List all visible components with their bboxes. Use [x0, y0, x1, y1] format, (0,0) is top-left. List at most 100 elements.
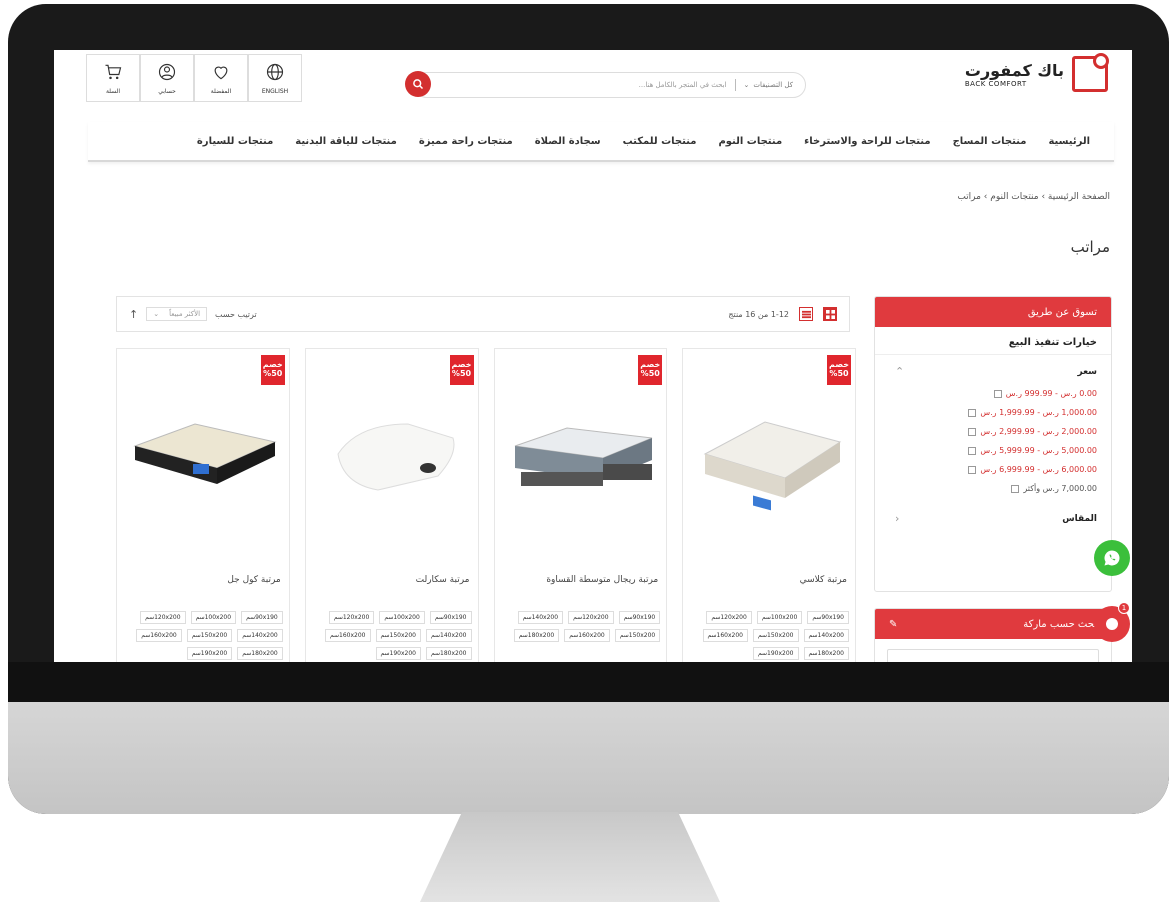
size-chip[interactable]: 90x190سم	[429, 611, 472, 624]
sort-select[interactable]: الأكثر مبيعاً ⌄	[146, 307, 208, 321]
wishlist-button[interactable]: المفضلة	[194, 54, 248, 102]
nav-item-fitness[interactable]: منتجات للياقة البدنية	[295, 136, 397, 147]
price-option[interactable]: 1,000.00 ر.س - 1,999.99 ر.س	[875, 403, 1097, 422]
cart-icon	[105, 64, 122, 79]
size-chip[interactable]: 100x200سم	[756, 611, 803, 624]
product-image[interactable]	[318, 389, 468, 519]
breadcrumb[interactable]: الصفحة الرئيسية › منتجات النوم › مراتب	[957, 192, 1110, 202]
sale-options-title[interactable]: خيارات تنفيذ البيع	[875, 327, 1111, 355]
size-chip[interactable]: 190x200سم	[375, 647, 421, 660]
search-button[interactable]	[405, 71, 431, 97]
size-chip[interactable]: 190x200سم	[186, 647, 233, 660]
size-options: 90x190سم 100x200سم 120x200سم 140x200سم 1…	[121, 611, 283, 660]
nav-item-sleep[interactable]: منتجات النوم	[718, 136, 782, 147]
product-name[interactable]: مرتبة ريجال متوسطة القساوة	[546, 575, 658, 585]
size-chip[interactable]: 160x200سم	[136, 629, 182, 642]
chevron-up-icon: ⌃	[895, 365, 905, 378]
size-chip[interactable]: 180x200سم	[237, 647, 283, 660]
product-name[interactable]: مرتبة سكارلت	[416, 575, 470, 585]
price-option[interactable]: 0.00 ر.س - 999.99 ر.س	[875, 384, 1097, 403]
account-button[interactable]: حسابي	[140, 54, 194, 102]
size-chip[interactable]: 140x200سم	[803, 629, 849, 642]
chevron-down-icon: ⌄	[743, 81, 750, 89]
checkbox-icon[interactable]	[968, 427, 977, 436]
product-image[interactable]	[507, 389, 657, 519]
size-chip[interactable]: 140x200سم	[237, 629, 283, 642]
size-chip[interactable]: 90x190سم	[807, 611, 849, 624]
monitor-chin	[8, 702, 1169, 814]
chat-button[interactable]: 1	[1094, 602, 1130, 642]
nav-item-premium[interactable]: منتجات راحة مميزة	[419, 136, 513, 147]
size-chip[interactable]: 180x200سم	[803, 647, 849, 660]
grid-view-button[interactable]	[823, 307, 837, 321]
nav-item-office[interactable]: منتجات للمكتب	[623, 136, 697, 147]
size-chip[interactable]: 100x200سم	[379, 611, 425, 624]
product-card[interactable]: خصم %50 مرتبة ريجال متوسطة القساوة 90x190…	[493, 348, 668, 662]
checkbox-icon[interactable]	[968, 465, 977, 474]
size-chip[interactable]: 190x200سم	[753, 647, 799, 660]
nav-item-relax[interactable]: منتجات للراحة والاسترخاء	[804, 136, 930, 147]
chat-notification-badge: 1	[1118, 602, 1130, 614]
product-name[interactable]: مرتبة كلاسي	[800, 575, 847, 585]
size-chip[interactable]: 90x190سم	[241, 611, 283, 624]
size-chip[interactable]: 140x200سم	[517, 611, 564, 624]
search-icon	[413, 79, 424, 90]
price-option[interactable]: 6,000.00 ر.س - 6,999.99 ر.س	[875, 460, 1097, 479]
size-chip[interactable]: 140x200سم	[426, 629, 472, 642]
checkbox-icon[interactable]	[968, 408, 977, 417]
nav-item-car[interactable]: منتجات للسيارة	[197, 136, 273, 147]
product-card[interactable]: خصم %50 مرتبة كول جل 90x190سم 100x200سم 1…	[116, 348, 290, 662]
product-card[interactable]: خصم %50 مرتبة سكارلت 90x190سم 100x200سم 1…	[304, 348, 479, 662]
checkbox-icon[interactable]	[968, 446, 977, 455]
price-filter-header[interactable]: سعر ⌃	[875, 355, 1111, 384]
size-chip[interactable]: 120x200سم	[140, 611, 186, 624]
price-option[interactable]: 7,000.00 ر.س وأكثر	[875, 479, 1097, 498]
nav-item-home[interactable]: الرئيسية	[1048, 136, 1090, 147]
size-filter-header[interactable]: المقاس ‹	[875, 498, 1111, 525]
size-chip[interactable]: 100x200سم	[190, 611, 237, 624]
sort-direction-arrow-icon[interactable]: ↑	[129, 308, 138, 321]
size-chip[interactable]: 180x200سم	[513, 629, 560, 642]
sort-value: الأكثر مبيعاً	[169, 310, 201, 318]
price-option[interactable]: 2,000.00 ر.س - 2,999.99 ر.س	[875, 422, 1097, 441]
price-filter-title: سعر	[1077, 366, 1097, 377]
nav-item-massage[interactable]: منتجات المساج	[953, 136, 1027, 147]
size-chip[interactable]: 150x200سم	[614, 629, 661, 642]
product-image[interactable]	[129, 389, 279, 519]
product-name[interactable]: مرتبة كول جل	[227, 575, 280, 585]
checkbox-icon[interactable]	[993, 389, 1002, 398]
size-chip[interactable]: 120x200سم	[706, 611, 752, 624]
size-chip[interactable]: 120x200سم	[328, 611, 375, 624]
size-chip[interactable]: 150x200سم	[753, 629, 799, 642]
product-card[interactable]: خصم %50 مرتبة كلاسي 90x190سم 100x200سم 12…	[682, 348, 856, 662]
cart-button[interactable]: السلة	[86, 54, 140, 102]
category-select[interactable]: كل التصنيفات ⌄	[744, 81, 793, 89]
main-nav: الرئيسية منتجات المساج منتجات للراحة وال…	[88, 122, 1114, 162]
price-option[interactable]: 5,000.00 ر.س - 5,999.99 ر.س	[875, 441, 1097, 460]
brand-logo[interactable]: باك كمفورت BACK COMFORT	[965, 53, 1109, 92]
size-chip[interactable]: 150x200سم	[375, 629, 421, 642]
size-chip[interactable]: 180x200سم	[426, 647, 472, 660]
size-chip[interactable]: 150x200سم	[186, 629, 233, 642]
chevron-down-icon: ⌄	[153, 310, 160, 318]
size-chip[interactable]: 120x200سم	[568, 611, 614, 624]
size-filter-title: المقاس	[1062, 513, 1097, 524]
whatsapp-button[interactable]	[1094, 540, 1130, 576]
brand-search-input[interactable]	[887, 649, 1099, 662]
checkbox-icon[interactable]	[1011, 484, 1020, 493]
site-header: باك كمفورت BACK COMFORT كل التصنيفات ⌄ اب…	[54, 50, 1132, 114]
language-button[interactable]: ENGLISH	[248, 54, 302, 102]
search-bar[interactable]: كل التصنيفات ⌄ ابحث في المتجر بالكامل هنا…	[405, 71, 806, 98]
search-input[interactable]: ابحث في المتجر بالكامل هنا...	[639, 81, 727, 89]
brand-filter-title: بحث حسب ماركة	[1023, 618, 1097, 630]
size-chip[interactable]: 160x200سم	[325, 629, 371, 642]
list-view-button[interactable]	[799, 307, 813, 321]
list-icon	[801, 310, 811, 318]
size-chip[interactable]: 160x200سم	[564, 629, 610, 642]
size-chip[interactable]: 90x190سم	[618, 611, 661, 624]
size-chip[interactable]: 160x200سم	[702, 629, 748, 642]
product-image[interactable]	[695, 389, 845, 519]
nav-item-prayer-mat[interactable]: سجادة الصلاة	[535, 136, 601, 147]
edit-icon: ✎	[889, 618, 898, 630]
header-icons: السلة حسابي المفضلة ENGLISH	[86, 54, 302, 102]
